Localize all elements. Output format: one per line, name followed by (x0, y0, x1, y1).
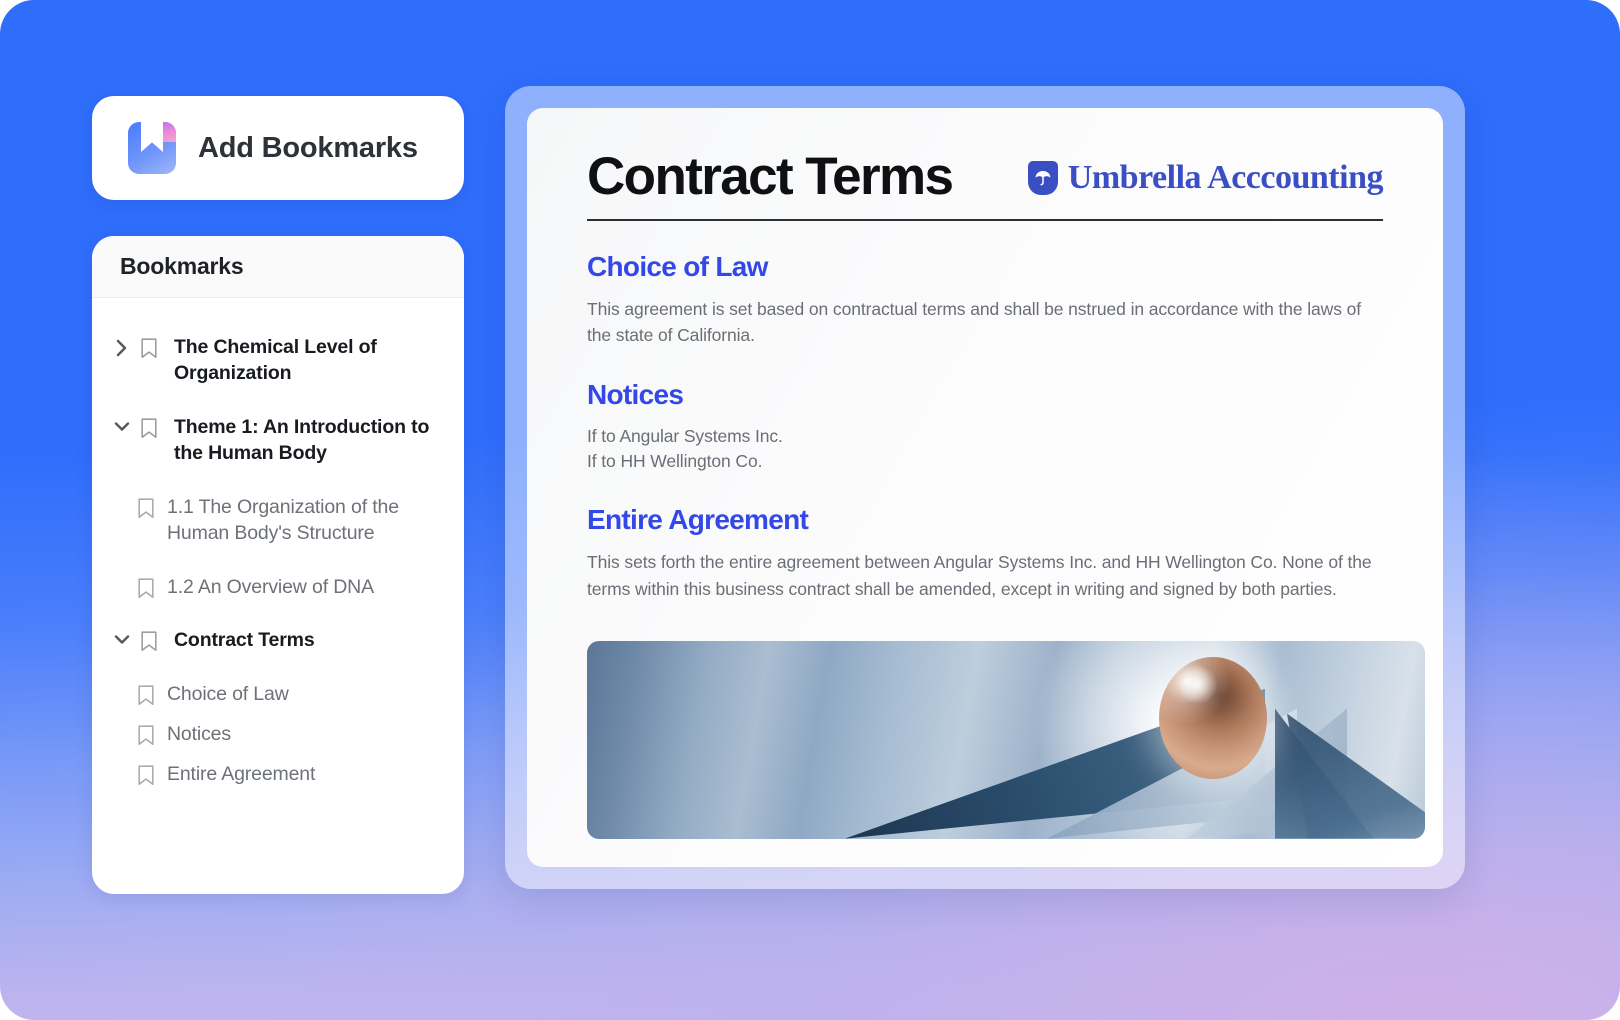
tree-item-1-2[interactable]: 1.2 An Overview of DNA (112, 568, 444, 608)
section-heading: Entire Agreement (587, 504, 809, 536)
chevron-right-icon[interactable] (112, 335, 132, 357)
tree-item-label: 1.2 An Overview of DNA (167, 575, 374, 598)
section-heading: Notices (587, 378, 684, 410)
bookmark-icon (141, 335, 161, 359)
tree-item-label: The Chemical Level of Organization (174, 336, 377, 384)
tree-item-1-1[interactable]: 1.1 The Organization of the Human Body's… (112, 488, 444, 554)
notice-line: If to Angular Systems Inc. (587, 425, 783, 446)
bookmark-icon (138, 682, 158, 706)
section-choice-of-law: Choice of Law This agreement is set base… (587, 251, 1383, 349)
bookmark-icon (138, 495, 158, 519)
bookmark-app-icon (128, 122, 176, 174)
tree-item-label: Entire Agreement (167, 763, 316, 786)
bookmarks-tree: The Chemical Level of Organization Theme… (92, 298, 464, 795)
bookmark-icon (138, 722, 158, 746)
document-header: Contract Terms Umbrella Acccounting (587, 147, 1384, 219)
brand-logo: Umbrella Acccounting (1027, 159, 1384, 197)
tree-item-chemical-level[interactable]: The Chemical Level of Organization (112, 328, 444, 394)
tree-item-label: Notices (167, 723, 231, 746)
tree-item-entire-agreement[interactable]: Entire Agreement (112, 755, 444, 795)
prism-shard (1287, 713, 1425, 839)
tree-item-label: 1.1 The Organization of the Human Body's… (167, 495, 399, 544)
section-notices: Notices If to Angular Systems Inc. If to… (587, 379, 1383, 475)
section-body: If to Angular Systems Inc. If to HH Well… (587, 424, 1383, 475)
app-canvas: Add Bookmarks Bookmarks The Chemical Lev… (0, 0, 1620, 1020)
copper-sphere (1159, 656, 1267, 779)
section-body: This agreement is set based on contractu… (587, 298, 1362, 346)
bookmark-icon (138, 762, 158, 786)
add-bookmarks-button[interactable]: Add Bookmarks (92, 96, 464, 200)
umbrella-badge-icon (1027, 161, 1058, 195)
abstract-sphere-prism-image (587, 640, 1425, 839)
chevron-down-icon[interactable] (112, 628, 132, 646)
add-bookmarks-label: Add Bookmarks (198, 131, 418, 164)
section-heading: Choice of Law (587, 250, 768, 282)
brand-name: Umbrella Acccounting (1067, 159, 1384, 196)
document-page: Contract Terms Umbrella Acccounting Choi… (527, 108, 1443, 867)
page-title: Contract Terms (587, 147, 954, 206)
tree-item-theme-1[interactable]: Theme 1: An Introduction to the Human Bo… (112, 408, 444, 474)
bookmark-icon (141, 415, 161, 439)
tree-item-label: Contract Terms (174, 629, 315, 652)
tree-item-choice-of-law[interactable]: Choice of Law (112, 675, 444, 715)
sidebar: Add Bookmarks Bookmarks The Chemical Lev… (92, 96, 464, 894)
tree-item-label: Choice of Law (167, 683, 289, 706)
bookmark-icon (141, 628, 161, 652)
tree-item-contract-terms[interactable]: Contract Terms (112, 621, 444, 661)
tree-item-notices[interactable]: Notices (112, 715, 444, 755)
section-body: This sets forth the entire agreement bet… (587, 552, 1372, 600)
chevron-down-icon[interactable] (112, 415, 132, 433)
notice-line: If to HH Wellington Co. (587, 451, 763, 472)
bookmarks-panel: Bookmarks The Chemical Level of Organiza… (92, 236, 464, 894)
section-entire-agreement: Entire Agreement This sets forth the ent… (587, 504, 1383, 602)
bookmarks-panel-title: Bookmarks (92, 236, 464, 298)
document-frame: Contract Terms Umbrella Acccounting Choi… (505, 86, 1465, 889)
tree-item-label: Theme 1: An Introduction to the Human Bo… (174, 415, 430, 464)
artwork-container (587, 640, 1425, 839)
header-divider (587, 219, 1383, 221)
bookmark-icon (138, 575, 158, 599)
